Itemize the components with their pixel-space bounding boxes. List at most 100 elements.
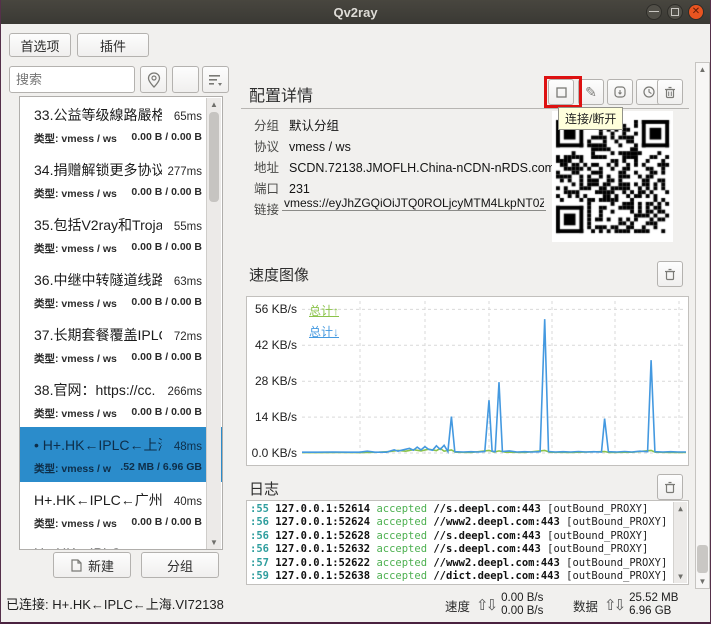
- server-ping: 48ms: [174, 441, 202, 453]
- edit-json-button[interactable]: [607, 79, 633, 105]
- new-document-icon: [70, 559, 82, 572]
- speed-status-label: 速度: [445, 596, 470, 615]
- maximize-button[interactable]: [667, 4, 683, 20]
- server-list-item[interactable]: 35.包括V2ray和Trojan 55ms 类型: vmess / ws 0.…: [20, 207, 222, 262]
- y-axis-tick: 0.0 KB/s: [247, 446, 297, 460]
- server-data: 0.00 B / 0.00 B: [131, 351, 202, 366]
- scroll-up-icon[interactable]: ▲: [207, 98, 221, 111]
- server-name: H+.HK←IPLC←: [34, 545, 135, 550]
- details-title: 配置详情: [249, 82, 313, 106]
- titlebar[interactable]: Qv2ray — ✕: [1, 0, 710, 24]
- speed-section-title: 速度图像: [249, 264, 309, 285]
- download-speed-value: 0.00 B/s: [501, 605, 543, 617]
- server-name: 37.长期套餐覆盖IPLC专: [34, 325, 162, 345]
- scrollbar-thumb[interactable]: [209, 112, 219, 202]
- edit-pencil-icon: ✎: [585, 84, 597, 101]
- window-title: Qv2ray: [333, 5, 377, 20]
- clear-graph-button[interactable]: [657, 261, 683, 287]
- upload-data-value: 25.52 MB: [629, 592, 678, 604]
- data-status: 数据 ⇧⇩ 25.52 MB 6.96 GB: [573, 592, 678, 618]
- scroll-down-icon[interactable]: ▼: [674, 570, 687, 583]
- trash-icon: [664, 86, 676, 99]
- delete-config-button[interactable]: [657, 79, 683, 105]
- server-list-item[interactable]: • H+.HK←IPLC←上海 48ms 类型: vmess / w .52 M…: [20, 427, 222, 482]
- search-input[interactable]: [9, 66, 135, 93]
- maximize-icon: [671, 8, 679, 16]
- location-ping-button[interactable]: [140, 66, 167, 93]
- speed-status: 速度 ⇧⇩ 0.00 B/s 0.00 B/s: [445, 592, 543, 618]
- server-list-item[interactable]: 38.官网：https://cc. 266ms 类型: vmess / ws 0…: [20, 372, 222, 427]
- speed-chart-plot: [302, 301, 686, 461]
- server-name: 36.中继中转隧道线路翻: [34, 270, 162, 290]
- log-scrollbar[interactable]: ▲ ▼: [673, 502, 687, 583]
- y-axis-tick: 28 KB/s: [247, 374, 297, 388]
- log-line: :55 127.0.0.1:52614 accepted //s.deepl.c…: [250, 503, 672, 516]
- server-name: 35.包括V2ray和Trojan: [34, 215, 162, 235]
- server-name: H+.HK←IPLC←广州.V: [34, 490, 162, 510]
- upload-speed-value: 0.00 B/s: [501, 592, 543, 604]
- legend-item[interactable]: 总计↓: [309, 323, 339, 340]
- server-ping: 277ms: [167, 166, 202, 178]
- panel-scrollbar[interactable]: ▲ ▼: [695, 62, 710, 589]
- server-type: 类型: vmess / ws: [34, 351, 117, 366]
- server-list-scrollbar[interactable]: ▲ ▼: [206, 98, 221, 549]
- blank-button[interactable]: [172, 66, 199, 93]
- server-type: 类型: vmess / ws: [34, 131, 117, 146]
- server-list-item[interactable]: 34.捐赠解锁更多协议 277ms 类型: vmess / ws 0.00 B …: [20, 152, 222, 207]
- log-line: :56 127.0.0.1:52628 accepted //s.deepl.c…: [250, 530, 672, 543]
- qr-code: [552, 111, 673, 242]
- link-input[interactable]: [282, 196, 546, 211]
- up-down-arrows-icon: ⇧⇩: [604, 596, 623, 614]
- y-axis-tick: 14 KB/s: [247, 410, 297, 424]
- log-line: :59 127.0.0.1:52638 accepted //dict.deep…: [250, 570, 672, 583]
- server-list[interactable]: 33.公益等级線路嚴格阝 65ms 类型: vmess / ws 0.00 B …: [19, 96, 223, 550]
- server-data: 0.00 B / 0.00 B: [131, 406, 202, 421]
- server-data: 0.00 B / 0.00 B: [131, 516, 202, 531]
- speed-chart: 56 KB/s42 KB/s28 KB/s14 KB/s0.0 KB/s 总计↑…: [246, 296, 689, 466]
- scroll-down-icon[interactable]: ▼: [207, 536, 221, 549]
- legend-item[interactable]: 总计↑: [309, 302, 339, 319]
- server-type: 类型: vmess / ws: [34, 406, 117, 421]
- log-section-title: 日志: [249, 478, 279, 499]
- group-button[interactable]: 分组: [141, 552, 219, 578]
- server-data: 0.00 B / 0.00 B: [131, 241, 202, 256]
- plugins-button[interactable]: 插件: [77, 33, 149, 57]
- minimize-button[interactable]: —: [646, 4, 662, 20]
- server-name: 34.捐赠解锁更多协议: [34, 160, 162, 180]
- server-list-item[interactable]: H+.HK←IPLC←: [20, 537, 222, 550]
- up-down-arrows-icon: ⇧⇩: [476, 596, 495, 614]
- server-name: • H+.HK←IPLC←上海: [34, 435, 162, 455]
- location-pin-icon: [147, 72, 161, 88]
- detail-field: 端口231: [254, 178, 310, 197]
- detail-field: 分组默认分组: [254, 115, 339, 134]
- edit-json-icon: [613, 85, 627, 99]
- server-list-item[interactable]: 37.长期套餐覆盖IPLC专 72ms 类型: vmess / ws 0.00 …: [20, 317, 222, 372]
- server-name: 38.官网：https://cc.: [34, 380, 155, 400]
- server-data: 0.00 B / 0.00 B: [131, 131, 202, 146]
- download-data-value: 6.96 GB: [629, 605, 671, 617]
- connection-status: 已连接: H+.HK←IPLC←上海.VI72138: [6, 594, 224, 613]
- server-list-item[interactable]: 36.中继中转隧道线路翻 63ms 类型: vmess / ws 0.00 B …: [20, 262, 222, 317]
- scroll-down-icon[interactable]: ▼: [696, 575, 709, 588]
- clear-log-button[interactable]: [657, 474, 683, 500]
- scroll-up-icon[interactable]: ▲: [696, 63, 709, 76]
- server-list-item[interactable]: 33.公益等级線路嚴格阝 65ms 类型: vmess / ws 0.00 B …: [20, 97, 222, 152]
- log-output[interactable]: :55 127.0.0.1:52614 accepted //s.deepl.c…: [246, 500, 689, 585]
- server-list-item[interactable]: H+.HK←IPLC←广州.V 40ms 类型: vmess / ws 0.00…: [20, 482, 222, 537]
- server-ping: 40ms: [174, 496, 202, 508]
- scrollbar-thumb[interactable]: [697, 545, 708, 573]
- group-label: 分组: [167, 556, 193, 575]
- new-config-label: 新建: [88, 556, 114, 575]
- data-status-label: 数据: [573, 596, 598, 615]
- log-line: :56 127.0.0.1:52632 accepted //s.deepl.c…: [250, 543, 672, 556]
- server-ping: 72ms: [174, 331, 202, 343]
- scroll-up-icon[interactable]: ▲: [674, 502, 687, 515]
- close-button[interactable]: ✕: [688, 4, 704, 20]
- detail-field: 协议vmess / ws: [254, 136, 351, 155]
- trash-icon: [664, 268, 676, 281]
- server-type: 类型: vmess / ws: [34, 186, 117, 201]
- preferences-button[interactable]: 首选项: [9, 33, 71, 57]
- server-ping: 55ms: [174, 221, 202, 233]
- new-config-button[interactable]: 新建: [53, 552, 131, 578]
- sort-button[interactable]: [202, 66, 229, 93]
